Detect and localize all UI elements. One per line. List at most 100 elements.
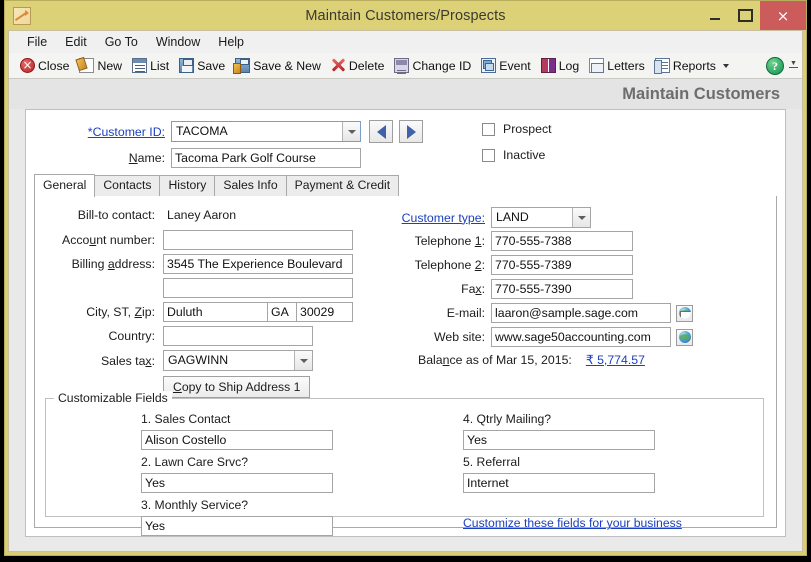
maximize-button[interactable] [730, 1, 760, 30]
customize-fields-link[interactable]: Customize these fields for your business [463, 516, 682, 530]
account-number-input[interactable] [163, 230, 353, 250]
change-id-icon [394, 58, 410, 73]
telephone1-row: Telephone 1: [390, 231, 633, 251]
client-area: File Edit Go To Window Help Close New Li… [8, 30, 803, 552]
telephone2-label: Telephone 2: [414, 258, 485, 272]
help-question-icon[interactable]: ? [766, 57, 784, 75]
close-window-button[interactable]: × [760, 1, 806, 30]
toolbar-log-button[interactable]: Log [536, 57, 585, 74]
zip-input[interactable] [296, 302, 353, 322]
customer-type-combo[interactable]: LAND [491, 207, 591, 228]
next-record-button[interactable] [399, 120, 423, 143]
fax-label: Fax: [461, 282, 485, 296]
email-row: E-mail: [390, 303, 693, 323]
sales-tax-label: Sales tax: [100, 353, 155, 368]
tab-contacts[interactable]: Contacts [94, 175, 161, 196]
menu-window[interactable]: Window [147, 33, 209, 51]
inactive-checkbox[interactable] [482, 148, 495, 162]
save-disk-icon [179, 58, 195, 73]
toolbar-new-button[interactable]: New [74, 57, 127, 74]
toolbar-change-id-label: Change ID [412, 58, 472, 73]
customer-name-input[interactable] [171, 148, 361, 168]
email-send-button[interactable] [676, 304, 693, 322]
toolbar-save-label: Save [197, 58, 226, 73]
reports-icon [653, 58, 670, 74]
tab-sales-info[interactable]: Sales Info [214, 175, 287, 196]
customer-type-value: LAND [496, 210, 529, 224]
page-heading-bar: Maintain Customers [9, 79, 802, 109]
chevron-down-icon[interactable] [342, 122, 360, 141]
telephone1-input[interactable] [491, 231, 633, 251]
tab-payment-credit[interactable]: Payment & Credit [285, 175, 400, 196]
custom-field-5-input[interactable] [463, 473, 655, 493]
tab-strip: General Contacts History Sales Info Paym… [34, 174, 777, 197]
minimize-button[interactable] [700, 1, 730, 30]
website-row: Web site: [390, 327, 693, 347]
toolbar-list-button[interactable]: List [127, 57, 174, 74]
toolbar-new-label: New [97, 58, 123, 73]
country-row: Country: [55, 326, 313, 346]
chevron-down-icon [722, 63, 729, 68]
menu-goto[interactable]: Go To [96, 33, 147, 51]
copy-to-ship-address-button[interactable]: Copy to Ship Address 1 [163, 376, 311, 398]
toolbar-save-button[interactable]: Save [174, 57, 230, 74]
website-open-button[interactable] [676, 328, 693, 346]
custom-field-3-label: 3. Monthly Service? [141, 498, 249, 512]
custom-field-3-input[interactable] [141, 516, 333, 536]
state-input[interactable] [267, 302, 297, 322]
email-input[interactable] [491, 303, 671, 323]
country-input[interactable] [163, 326, 313, 346]
custom-field-2-input[interactable] [141, 473, 333, 493]
toolbar-delete-button[interactable]: Delete [326, 57, 390, 74]
inactive-row[interactable]: Inactive [482, 148, 545, 162]
customer-type-label[interactable]: Customer type: [390, 211, 485, 225]
custom-field-2: 2. Lawn Care Srvc? [141, 455, 248, 469]
billing-address-line1-input[interactable] [163, 254, 353, 274]
toolbar-event-button[interactable]: Event [476, 57, 535, 74]
prospect-checkbox[interactable] [482, 122, 495, 136]
chevron-down-icon[interactable] [572, 208, 590, 227]
toolbar-letters-button[interactable]: Letters [584, 57, 650, 74]
billing-address-label: Billing address: [71, 257, 155, 271]
window-controls: × [700, 1, 806, 30]
sales-tax-combo[interactable]: GAGWINN [163, 350, 313, 371]
customer-id-combo[interactable]: TACOMA [171, 121, 361, 142]
custom-field-3: 3. Monthly Service? [141, 498, 248, 512]
title-bar: Maintain Customers/Prospects × [5, 1, 806, 30]
balance-label: Balance as of Mar 15, 2015: [418, 353, 572, 367]
toolbar-save-and-new-button[interactable]: Save & New [230, 57, 326, 74]
email-globe-icon [678, 307, 691, 319]
balance-amount[interactable]: ₹ 5,774.57 [586, 353, 645, 367]
bill-to-contact-value: Laney Aaron [167, 208, 237, 222]
billing-address-row-1: Billing address: [55, 254, 353, 274]
toolbar-close-button[interactable]: Close [15, 57, 74, 74]
letters-icon [589, 58, 605, 73]
toolbar-letters-label: Letters [607, 58, 645, 73]
website-input[interactable] [491, 327, 671, 347]
page-title: Maintain Customers [622, 84, 780, 103]
customer-type-row: Customer type: LAND [390, 207, 591, 228]
menu-help[interactable]: Help [209, 33, 253, 51]
menu-edit[interactable]: Edit [56, 33, 96, 51]
tab-history[interactable]: History [159, 175, 216, 196]
toolbar-overflow-icon[interactable] [789, 61, 798, 71]
toolbar-change-id-button[interactable]: Change ID [389, 57, 476, 74]
telephone2-input[interactable] [491, 255, 633, 275]
fax-input[interactable] [491, 279, 633, 299]
customer-id-label[interactable]: *Customer ID: [81, 125, 165, 139]
billing-address-line2-input[interactable] [163, 278, 353, 298]
window-title: Maintain Customers/Prospects [305, 7, 506, 24]
tab-panel-general: Bill-to contact: Laney Aaron Account num… [34, 196, 777, 536]
city-input[interactable] [163, 302, 268, 322]
prospect-row[interactable]: Prospect [482, 122, 552, 136]
tab-general[interactable]: General [34, 174, 96, 197]
delete-x-icon [331, 58, 346, 73]
toolbar-reports-button[interactable]: Reports [650, 57, 734, 74]
custom-field-4-input[interactable] [463, 430, 655, 450]
custom-field-1-input[interactable] [141, 430, 333, 450]
previous-record-button[interactable] [369, 120, 393, 143]
custom-field-2-label: 2. Lawn Care Srvc? [141, 455, 249, 469]
chevron-down-icon[interactable] [294, 351, 312, 370]
custom-field-1-input-row [141, 430, 333, 450]
menu-file[interactable]: File [18, 33, 56, 51]
